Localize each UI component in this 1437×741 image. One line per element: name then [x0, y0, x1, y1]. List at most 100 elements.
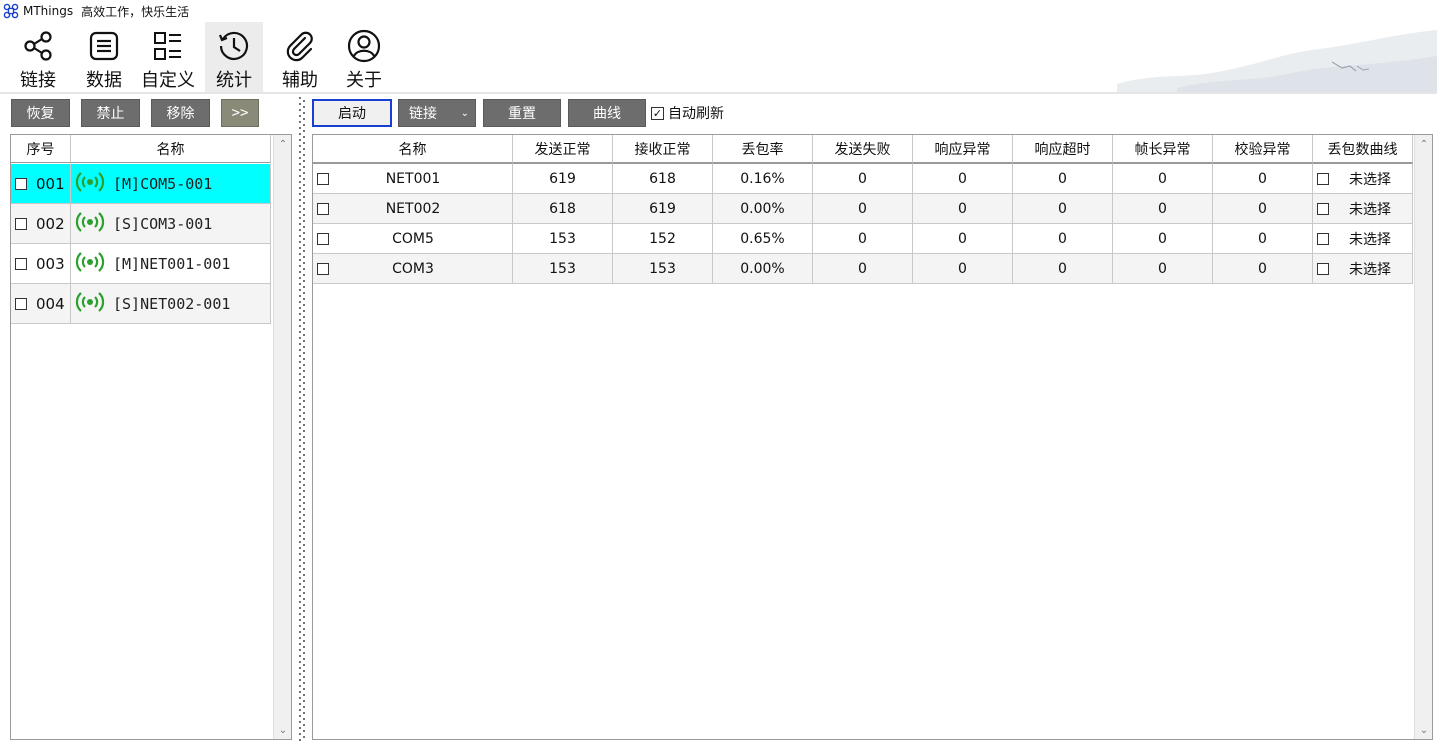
column-header-name[interactable]: 名称 — [313, 135, 513, 164]
toolbar-data-label: 数据 — [86, 70, 122, 91]
column-header-resp-timeout[interactable]: 响应超时 — [1013, 135, 1113, 164]
cell-resp-err: 0 — [913, 164, 1013, 194]
cell-recv-ok: 618 — [613, 164, 713, 194]
network-logo-icon — [2, 2, 20, 20]
column-header-loss-rate[interactable]: 丢包率 — [713, 135, 813, 164]
cell-loss-rate: 0.00% — [713, 254, 813, 284]
panel-splitter[interactable] — [296, 96, 308, 741]
main-toolbar: 链接 数据 自定义 统计 辅助 关于 — [0, 22, 1437, 92]
cell-send-ok: 153 — [513, 224, 613, 254]
scroll-down-icon[interactable]: ⌄ — [274, 723, 291, 737]
signal-broadcast-icon — [75, 170, 105, 198]
toolbar-link-label: 链接 — [20, 70, 56, 91]
auto-refresh-toggle[interactable]: ✓ 自动刷新 — [651, 103, 724, 123]
cell-send-fail: 0 — [813, 224, 913, 254]
reset-button[interactable]: 重置 — [483, 99, 561, 127]
more-button[interactable]: >> — [221, 99, 259, 127]
list-document-icon — [86, 28, 122, 64]
link-select-value: 链接 — [409, 106, 437, 122]
disable-button[interactable]: 禁止 — [81, 99, 140, 127]
signal-broadcast-icon — [75, 250, 105, 278]
row-name: NET001 — [385, 170, 441, 187]
row-checkbox[interactable] — [15, 217, 27, 230]
share-nodes-icon — [20, 28, 56, 64]
toolbar-data-button[interactable]: 数据 — [76, 22, 132, 92]
cell-resp-err: 0 — [913, 194, 1013, 224]
row-checkbox[interactable] — [15, 257, 27, 270]
scroll-up-icon[interactable]: ⌃ — [274, 137, 291, 151]
remove-button[interactable]: 移除 — [151, 99, 210, 127]
toolbar-about-label: 关于 — [346, 70, 382, 91]
scroll-down-icon[interactable]: ⌄ — [1415, 723, 1432, 737]
link-select[interactable]: 链接 ⌄ — [398, 99, 476, 127]
cell-loss-rate: 0.00% — [713, 194, 813, 224]
chevron-down-icon: ⌄ — [460, 108, 469, 119]
restore-button[interactable]: 恢复 — [11, 99, 70, 127]
column-header-loss-curve[interactable]: 丢包数曲线 — [1313, 135, 1413, 164]
curve-button[interactable]: 曲线 — [568, 99, 646, 127]
curve-checkbox[interactable] — [1317, 203, 1329, 215]
cell-send-fail: 0 — [813, 164, 913, 194]
cell-curve: 未选择 — [1349, 171, 1391, 188]
column-header-send-ok[interactable]: 发送正常 — [513, 135, 613, 164]
list-item[interactable]: 004 [S]NET002-001 — [11, 284, 271, 324]
toolbar-stats-button[interactable]: 统计 — [205, 22, 263, 92]
toolbar-custom-button[interactable]: 自定义 — [138, 22, 198, 92]
cell-resp-err: 0 — [913, 224, 1013, 254]
table-row[interactable]: NET002 618 619 0.00% 0 0 0 0 0 未选择 — [313, 194, 1413, 224]
signal-broadcast-icon — [75, 210, 105, 238]
toolbar-link-button[interactable]: 链接 — [10, 22, 66, 92]
row-name: COM3 — [392, 260, 434, 277]
list-item[interactable]: 003 [M]NET001-001 — [11, 244, 271, 284]
row-name: [S]NET002-001 — [113, 294, 231, 313]
app-title: MThings — [23, 4, 74, 18]
statistics-table: 名称 发送正常 接收正常 丢包率 发送失败 响应异常 响应超时 帧长异常 校验异… — [312, 134, 1433, 740]
ink-landscape-background — [1117, 30, 1437, 92]
curve-checkbox[interactable] — [1317, 233, 1329, 245]
cell-recv-ok: 152 — [613, 224, 713, 254]
row-name: [M]COM5-001 — [113, 174, 213, 193]
row-index: 003 — [36, 254, 65, 273]
left-list-scrollbar[interactable]: ⌃ ⌄ — [273, 135, 291, 739]
curve-checkbox[interactable] — [1317, 263, 1329, 275]
stats-table-scrollbar[interactable]: ⌃ ⌄ — [1414, 135, 1432, 739]
auto-refresh-checkbox[interactable]: ✓ — [651, 106, 664, 120]
column-header-resp-err[interactable]: 响应异常 — [913, 135, 1013, 164]
column-header-checksum-err[interactable]: 校验异常 — [1213, 135, 1313, 164]
title-bar: MThings 高效工作，快乐生活 — [0, 0, 1437, 22]
column-header-frame-len-err[interactable]: 帧长异常 — [1113, 135, 1213, 164]
list-item[interactable]: 002 [S]COM3-001 — [11, 204, 271, 244]
table-row[interactable]: COM3 153 153 0.00% 0 0 0 0 0 未选择 — [313, 254, 1413, 284]
curve-checkbox[interactable] — [1317, 173, 1329, 185]
cell-send-ok: 619 — [513, 164, 613, 194]
toolbar-stats-label: 统计 — [216, 70, 252, 91]
cell-curve: 未选择 — [1349, 261, 1391, 278]
cell-resp-timeout: 0 — [1013, 254, 1113, 284]
column-header-send-fail[interactable]: 发送失败 — [813, 135, 913, 164]
cell-checksum-err: 0 — [1213, 164, 1313, 194]
auto-refresh-label: 自动刷新 — [668, 106, 724, 122]
list-item[interactable]: 001 [M]COM5-001 — [11, 164, 271, 204]
toolbar-assist-label: 辅助 — [282, 70, 318, 91]
table-row[interactable]: COM5 153 152 0.65% 0 0 0 0 0 未选择 — [313, 224, 1413, 254]
column-header-recv-ok[interactable]: 接收正常 — [613, 135, 713, 164]
table-row[interactable]: NET001 619 618 0.16% 0 0 0 0 0 未选择 — [313, 164, 1413, 194]
app-slogan: 高效工作，快乐生活 — [81, 4, 190, 19]
cell-checksum-err: 0 — [1213, 194, 1313, 224]
history-clock-icon — [216, 28, 252, 64]
column-header-index[interactable]: 序号 — [11, 135, 71, 163]
paperclip-icon — [282, 28, 318, 64]
cell-curve: 未选择 — [1349, 231, 1391, 248]
cell-frame-len-err: 0 — [1113, 254, 1213, 284]
scroll-up-icon[interactable]: ⌃ — [1415, 137, 1432, 151]
cell-send-ok: 618 — [513, 194, 613, 224]
user-circle-icon — [346, 28, 382, 64]
column-header-name[interactable]: 名称 — [71, 135, 271, 163]
row-checkbox[interactable] — [15, 177, 27, 190]
toolbar-about-button[interactable]: 关于 — [336, 22, 392, 92]
cell-curve: 未选择 — [1349, 201, 1391, 218]
toolbar-assist-button[interactable]: 辅助 — [272, 22, 328, 92]
row-checkbox[interactable] — [15, 297, 27, 310]
start-button[interactable]: 启动 — [312, 99, 392, 127]
cell-recv-ok: 153 — [613, 254, 713, 284]
